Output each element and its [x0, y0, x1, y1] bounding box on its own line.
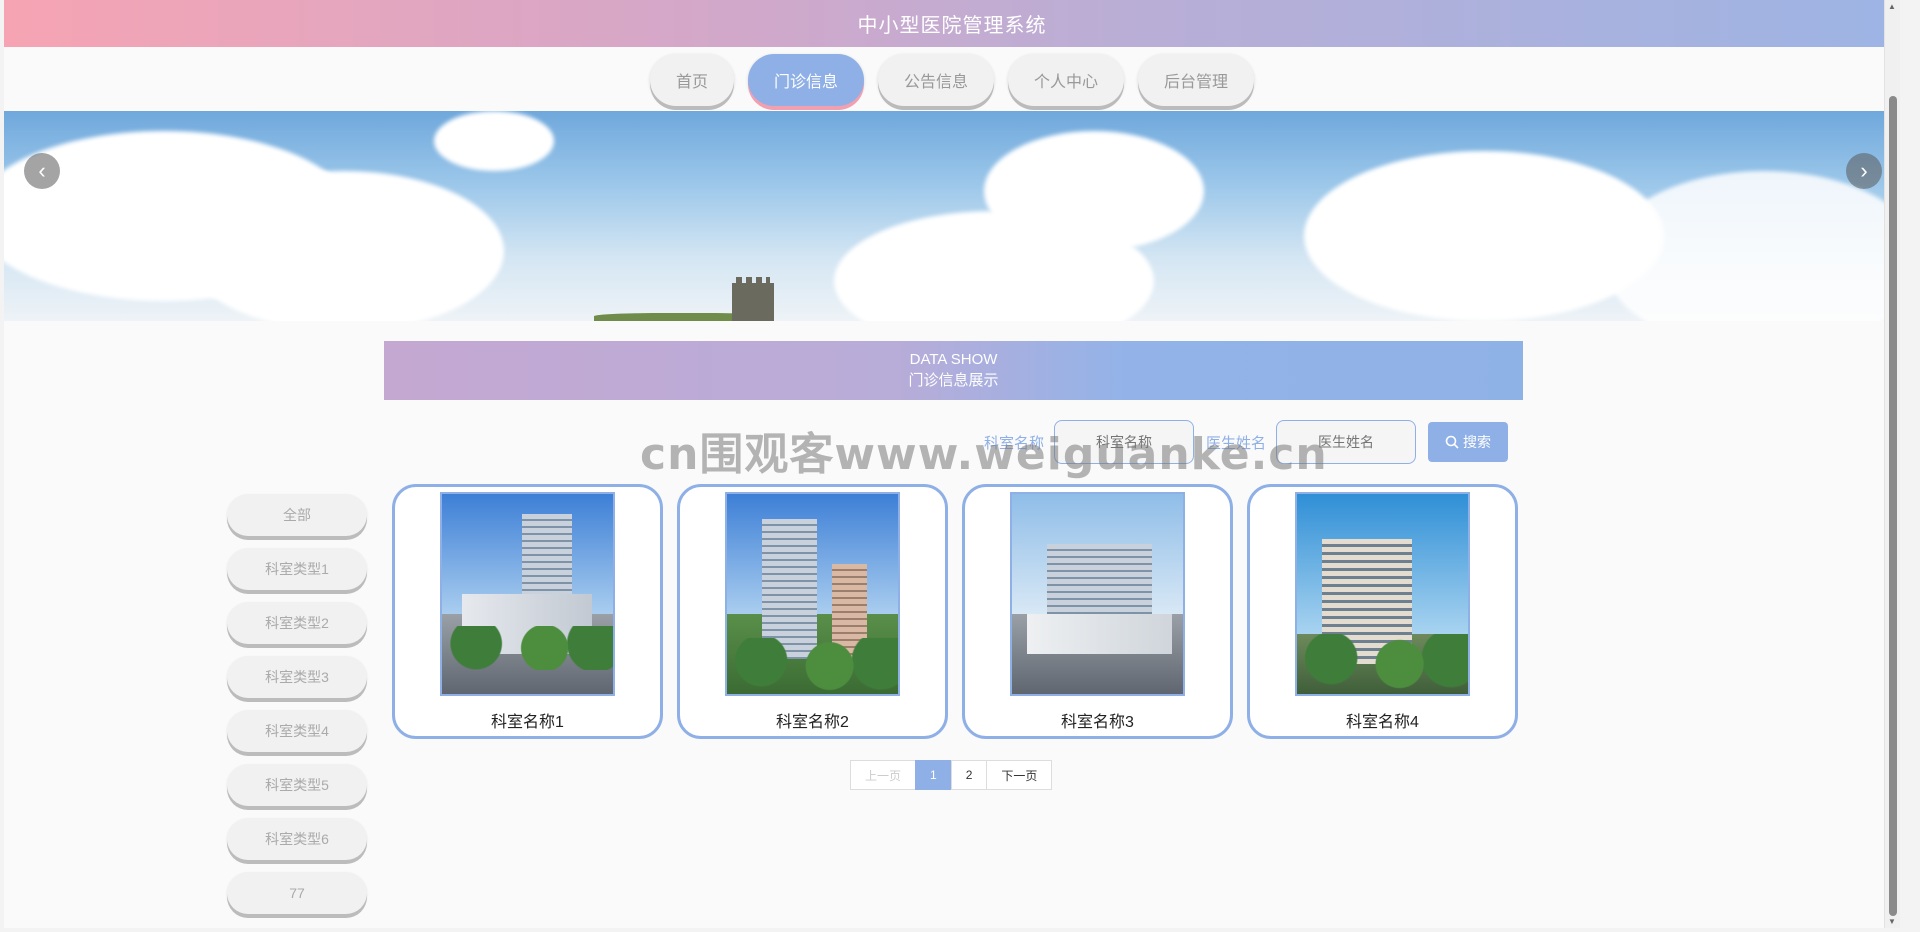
chevron-right-icon: › — [1860, 158, 1868, 183]
dept-card-name: 科室名称2 — [776, 714, 849, 731]
tab-personal-center[interactable]: 个人中心 — [1008, 54, 1125, 106]
dept-card[interactable]: 科室名称2 — [677, 484, 948, 739]
dept-card[interactable]: 科室名称3 — [962, 484, 1233, 739]
tab-outpatient-info[interactable]: 门诊信息 — [747, 54, 864, 106]
vertical-scrollbar[interactable]: ▲ ▼ — [1884, 0, 1900, 928]
dept-card-grid: 科室名称1 科室名称2 科室名称3 科室名称4 — [392, 484, 1518, 739]
scrollbar-thumb[interactable] — [1889, 96, 1897, 916]
site-title: 中小型医院管理系统 — [857, 15, 1047, 37]
tab-home[interactable]: 首页 — [649, 54, 734, 106]
sidebar-item-type4[interactable]: 科室类型4 — [227, 710, 367, 752]
banner-tower — [732, 277, 774, 321]
main-nav: 首页 门诊信息 公告信息 个人中心 后台管理 — [4, 54, 1900, 106]
search-button[interactable]: 搜索 — [1428, 422, 1509, 462]
dept-image — [1010, 492, 1185, 696]
search-button-label: 搜索 — [1463, 434, 1492, 450]
banner-cloud — [184, 171, 504, 321]
doctor-name-input[interactable] — [1276, 420, 1417, 464]
pagination: 上一页 1 2 下一页 — [850, 760, 1053, 790]
dept-type-sidebar: 全部 科室类型1 科室类型2 科室类型3 科室类型4 科室类型5 科室类型6 7… — [227, 494, 367, 926]
dept-card-name: 科室名称4 — [1346, 714, 1419, 731]
dept-name-input[interactable] — [1054, 420, 1195, 464]
next-page-button[interactable]: 下一页 — [986, 760, 1053, 790]
tab-announcements[interactable]: 公告信息 — [877, 54, 994, 106]
banner-cloud — [434, 111, 554, 171]
search-bar: 科室名称 医生姓名 搜索 — [984, 420, 1509, 464]
dept-image — [1295, 492, 1470, 696]
banner-cloud — [984, 131, 1204, 251]
dept-name-label: 科室名称 — [984, 434, 1045, 452]
chevron-left-icon: ‹ — [38, 158, 46, 183]
tab-admin[interactable]: 后台管理 — [1138, 54, 1255, 106]
section-title-en: DATA SHOW — [909, 351, 998, 368]
sidebar-item-77[interactable]: 77 — [227, 872, 367, 914]
top-header: 中小型医院管理系统 — [4, 0, 1900, 47]
page-1-button[interactable]: 1 — [915, 760, 952, 790]
page: 中小型医院管理系统 首页 门诊信息 公告信息 个人中心 后台管理 ‹ › DAT… — [4, 0, 1900, 928]
dept-image — [725, 492, 900, 696]
dept-card[interactable]: 科室名称1 — [392, 484, 663, 739]
dept-card-name: 科室名称1 — [491, 714, 564, 731]
sidebar-item-type5[interactable]: 科室类型5 — [227, 764, 367, 806]
carousel-prev-button[interactable]: ‹ — [24, 153, 60, 189]
prev-page-button[interactable]: 上一页 — [850, 760, 917, 790]
section-header: DATA SHOW 门诊信息展示 — [384, 341, 1523, 400]
doctor-name-label: 医生姓名 — [1206, 434, 1267, 452]
page-2-button[interactable]: 2 — [950, 760, 988, 790]
scroll-down-icon[interactable]: ▼ — [1888, 917, 1896, 926]
dept-image — [440, 492, 615, 696]
banner-carousel: ‹ › — [4, 111, 1900, 321]
sidebar-item-type3[interactable]: 科室类型3 — [227, 656, 367, 698]
section-title-cn: 门诊信息展示 — [908, 372, 999, 389]
carousel-next-button[interactable]: › — [1846, 153, 1882, 189]
dept-card[interactable]: 科室名称4 — [1247, 484, 1518, 739]
sidebar-item-all[interactable]: 全部 — [227, 494, 367, 536]
sidebar-item-type1[interactable]: 科室类型1 — [227, 548, 367, 590]
search-icon — [1445, 435, 1459, 449]
sidebar-item-type6[interactable]: 科室类型6 — [227, 818, 367, 860]
banner-cloud — [1604, 171, 1900, 321]
dept-card-name: 科室名称3 — [1061, 714, 1134, 731]
scroll-up-icon[interactable]: ▲ — [1888, 2, 1896, 11]
sidebar-item-type2[interactable]: 科室类型2 — [227, 602, 367, 644]
